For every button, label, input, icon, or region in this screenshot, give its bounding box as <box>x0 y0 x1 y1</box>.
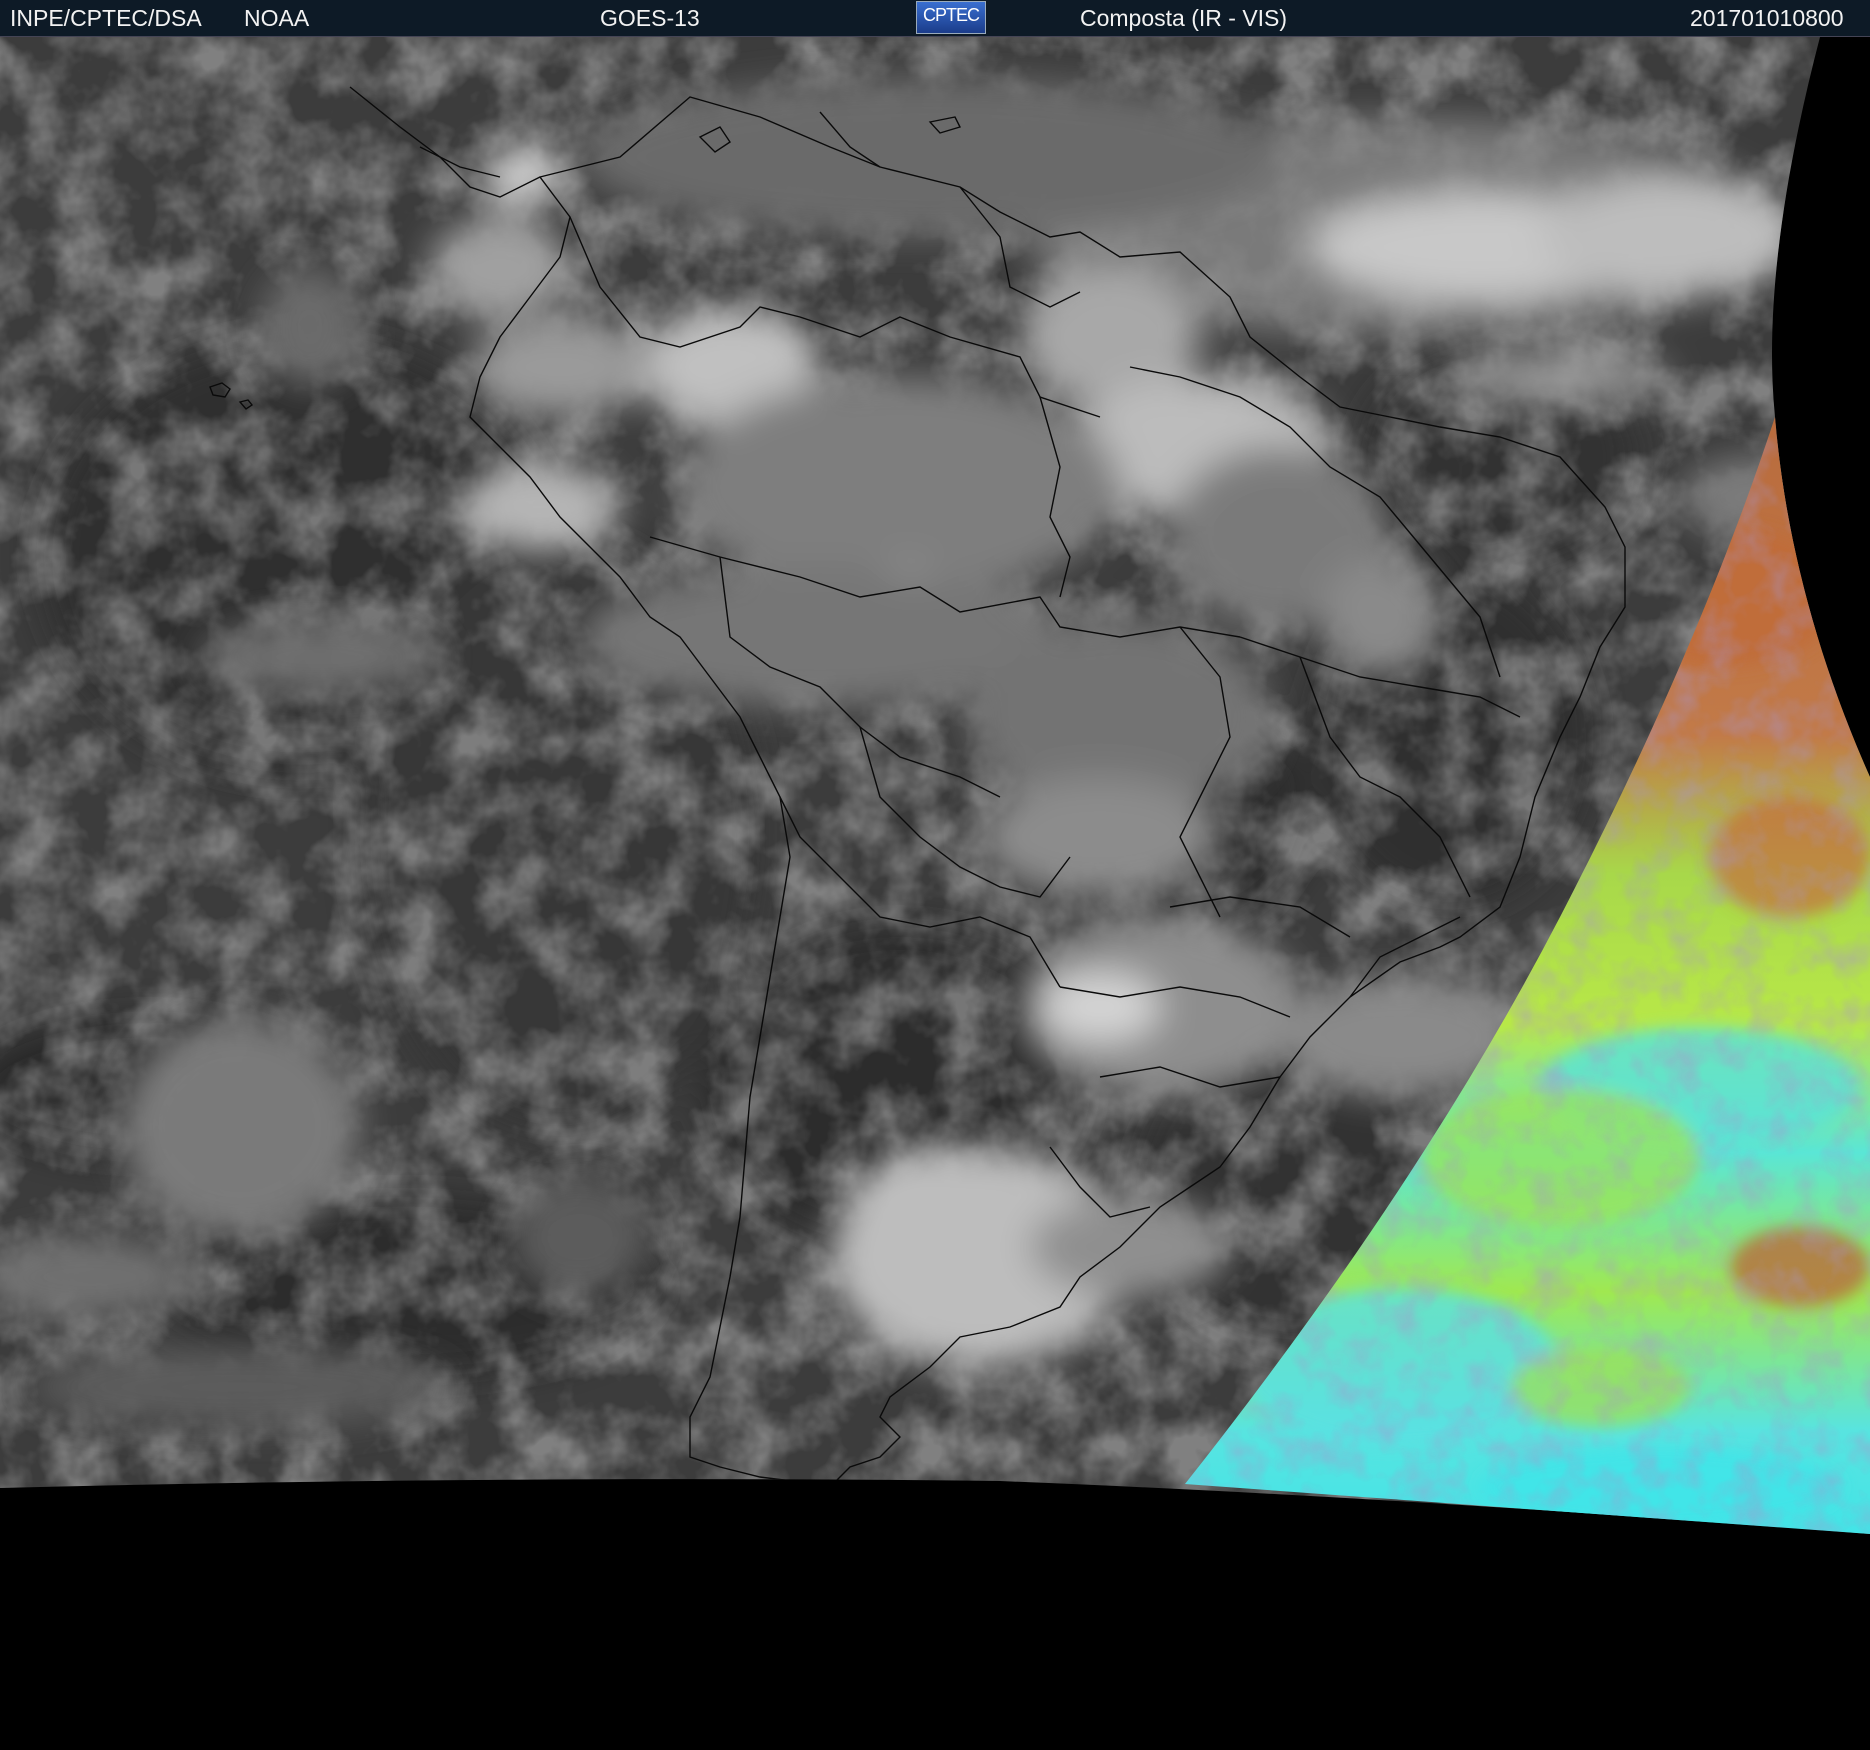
product-label: Composta (IR - VIS) <box>1080 5 1288 31</box>
satellite-label: GOES-13 <box>600 5 700 31</box>
agency-label: NOAA <box>244 5 310 31</box>
satellite-map-svg <box>0 37 1870 1750</box>
header-bar: INPE/CPTEC/DSA NOAA GOES-13 CPTEC Compos… <box>0 0 1870 37</box>
org-label: INPE/CPTEC/DSA <box>10 5 202 31</box>
timestamp-label: 201701010800 <box>1690 5 1844 31</box>
cptec-logo: CPTEC <box>916 1 986 34</box>
logo-text: CPTEC <box>922 5 980 25</box>
satellite-image <box>0 37 1870 1750</box>
